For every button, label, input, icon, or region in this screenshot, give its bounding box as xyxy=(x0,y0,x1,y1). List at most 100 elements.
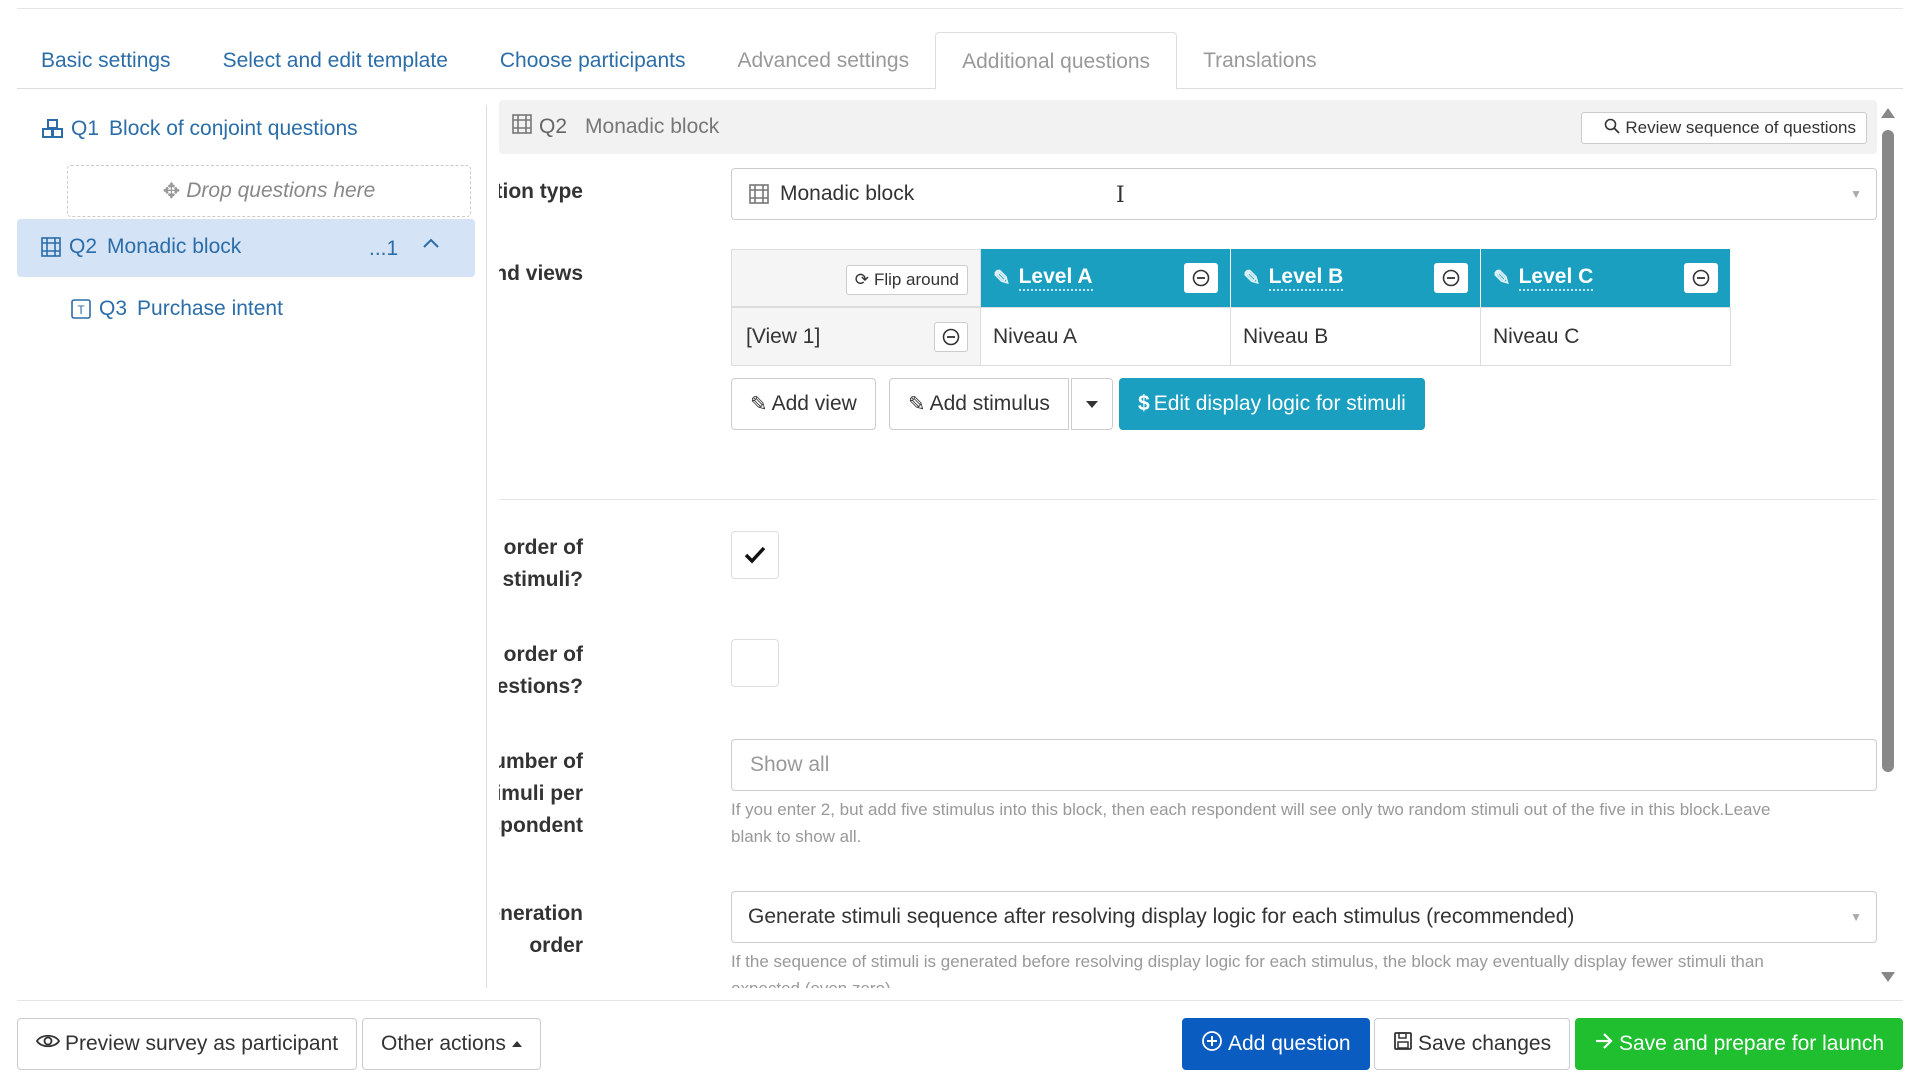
other-actions-button[interactable]: Other actions xyxy=(362,1018,541,1070)
chevron-down-icon: ▼ xyxy=(1850,187,1862,201)
q3-number: Q3 xyxy=(99,297,128,320)
stimulus-cell-b[interactable]: Niveau B xyxy=(1231,307,1481,366)
edit-display-logic-label: Edit display logic for stimuli xyxy=(1153,392,1406,415)
add-view-button[interactable]: ✎ Add view xyxy=(731,378,876,430)
randomise-stimuli-label-line1: Randomise order of xyxy=(499,536,583,559)
review-sequence-label: Review sequence of questions xyxy=(1625,118,1856,137)
sequence-order-label: Sequence generation order xyxy=(499,898,583,962)
question-tree: Q1 Block of conjoint questions ✥ Drop qu… xyxy=(17,105,487,988)
grid-icon xyxy=(511,113,533,141)
add-stimulus-label: Add stimulus xyxy=(929,392,1050,415)
q1-number: Q1 xyxy=(71,117,100,140)
q2-count: ...1 xyxy=(369,237,399,260)
level-header-b[interactable]: ✎ Level B xyxy=(1231,249,1481,307)
remove-view-icon[interactable] xyxy=(934,322,968,352)
grid-icon xyxy=(748,183,770,205)
stimulus-cell-c[interactable]: Niveau C xyxy=(1481,307,1731,366)
logic-icon: $ xyxy=(1138,392,1150,415)
flip-around-button[interactable]: ⟳ Flip around xyxy=(845,265,968,295)
randomise-stimuli-checkbox[interactable] xyxy=(731,531,779,579)
save-and-launch-label: Save and prepare for launch xyxy=(1619,1032,1885,1055)
main-scrollbar[interactable] xyxy=(1878,100,1898,988)
level-a-label: Level A xyxy=(1018,265,1093,291)
text-cursor-icon: I xyxy=(1116,183,1125,208)
view-row-header[interactable]: [View 1] xyxy=(731,307,981,366)
edit-display-logic-button[interactable]: $ Edit display logic for stimuli xyxy=(1119,378,1425,430)
level-header-a[interactable]: ✎ Level A xyxy=(981,249,1231,307)
scroll-down-icon[interactable] xyxy=(1881,972,1895,982)
level-header-c[interactable]: ✎ Level C xyxy=(1481,249,1731,307)
refresh-icon: ⟳ xyxy=(854,270,869,289)
text-icon: T xyxy=(69,297,93,321)
stimuli-views-label: Stimuli and views xyxy=(499,262,583,285)
tab-basic-settings[interactable]: Basic settings xyxy=(17,32,197,88)
save-and-launch-button[interactable]: Save and prepare for launch xyxy=(1575,1018,1904,1070)
randomise-stimuli-label: Randomise order of stimuli? xyxy=(499,532,583,596)
max-stimuli-label-line2: stimuli per xyxy=(499,782,583,805)
level-c-label: Level C xyxy=(1518,265,1594,291)
sequence-order-label-line1: Sequence generation xyxy=(499,902,583,925)
randomise-stimuli-label-line2: stimuli? xyxy=(502,568,583,591)
tree-item-q3[interactable]: T Q3 Purchase intent xyxy=(69,297,283,321)
preview-survey-button[interactable]: Preview survey as participant xyxy=(17,1018,358,1070)
scroll-up-icon[interactable] xyxy=(1881,108,1895,118)
preview-survey-label: Preview survey as participant xyxy=(65,1032,339,1055)
caret-up-icon xyxy=(511,1041,522,1047)
pencil-icon: ✎ xyxy=(993,266,1011,290)
max-stimuli-input[interactable]: Show all xyxy=(731,739,1877,791)
randomise-questions-checkbox[interactable] xyxy=(731,639,779,687)
tab-additional-questions[interactable]: Additional questions xyxy=(935,32,1178,90)
checkmark-icon xyxy=(744,546,766,564)
max-stimuli-help: If you enter 2, but add five stimulus in… xyxy=(731,796,1871,850)
tab-select-template[interactable]: Select and edit template xyxy=(197,32,474,88)
add-stimulus-dropdown[interactable] xyxy=(1071,378,1113,430)
sequence-order-select[interactable]: Generate stimuli sequence after resolvin… xyxy=(731,891,1877,943)
max-stimuli-label-line1: Maximum number of xyxy=(499,750,583,773)
tree-item-q2[interactable]: Q2 Monadic block xyxy=(39,235,241,259)
add-view-label: Add view xyxy=(771,392,857,415)
question-type-select[interactable]: Monadic block ▼ xyxy=(731,168,1877,220)
max-stimuli-help-line1: If you enter 2, but add five stimulus in… xyxy=(731,800,1771,819)
max-stimuli-help-line2: blank to show all. xyxy=(731,827,862,846)
randomise-questions-label-line1: Randomise order of xyxy=(499,643,583,666)
randomise-questions-label-line2: questions? xyxy=(499,675,583,698)
randomise-questions-label: Randomise order of questions? xyxy=(499,639,583,703)
remove-level-icon[interactable] xyxy=(1184,263,1218,293)
stimuli-table: ⟳ Flip around ✎ Level A ✎ Level B ✎ Leve… xyxy=(731,249,1733,366)
save-changes-label: Save changes xyxy=(1418,1032,1552,1055)
header-title: Monadic block xyxy=(585,115,720,138)
tab-choose-participants[interactable]: Choose participants xyxy=(474,32,712,88)
save-changes-button[interactable]: Save changes xyxy=(1374,1018,1571,1070)
tree-item-q1[interactable]: Q1 Block of conjoint questions xyxy=(41,117,358,141)
svg-text:T: T xyxy=(77,303,85,317)
question-type-label: Question type xyxy=(499,180,583,203)
caret-down-icon xyxy=(1086,400,1098,408)
drop-zone[interactable]: ✥ Drop questions here xyxy=(67,165,471,217)
other-actions-label: Other actions xyxy=(381,1032,506,1055)
chevron-down-icon: ▼ xyxy=(1850,910,1862,924)
flip-around-label: Flip around xyxy=(873,270,959,289)
add-question-label: Add question xyxy=(1228,1032,1351,1055)
section-divider xyxy=(499,499,1877,500)
remove-level-icon[interactable] xyxy=(1684,263,1718,293)
q2-number: Q2 xyxy=(69,235,98,258)
tab-translations[interactable]: Translations xyxy=(1177,32,1343,88)
move-icon: ✥ xyxy=(162,179,181,203)
pencil-icon: ✎ xyxy=(1243,266,1261,290)
view-label: [View 1] xyxy=(746,324,821,348)
q1-label: Block of conjoint questions xyxy=(109,117,358,140)
arrow-right-icon xyxy=(1594,1032,1614,1056)
max-stimuli-label: Maximum number of stimuli per respondent xyxy=(499,746,583,842)
question-editor: Q2 Monadic block Review sequence of ques… xyxy=(499,100,1877,988)
stimulus-cell-a[interactable]: Niveau A xyxy=(981,307,1231,366)
add-stimulus-button[interactable]: ✎ Add stimulus xyxy=(889,378,1069,430)
scroll-thumb[interactable] xyxy=(1882,130,1894,772)
top-divider xyxy=(17,8,1903,9)
tab-advanced-settings[interactable]: Advanced settings xyxy=(711,32,935,88)
chevron-up-icon[interactable] xyxy=(421,233,441,256)
remove-level-icon[interactable] xyxy=(1434,263,1468,293)
footer-divider xyxy=(17,1000,1903,1001)
add-question-button[interactable]: Add question xyxy=(1182,1018,1370,1070)
review-sequence-button[interactable]: Review sequence of questions xyxy=(1581,112,1867,144)
drop-zone-label: Drop questions here xyxy=(186,179,376,202)
